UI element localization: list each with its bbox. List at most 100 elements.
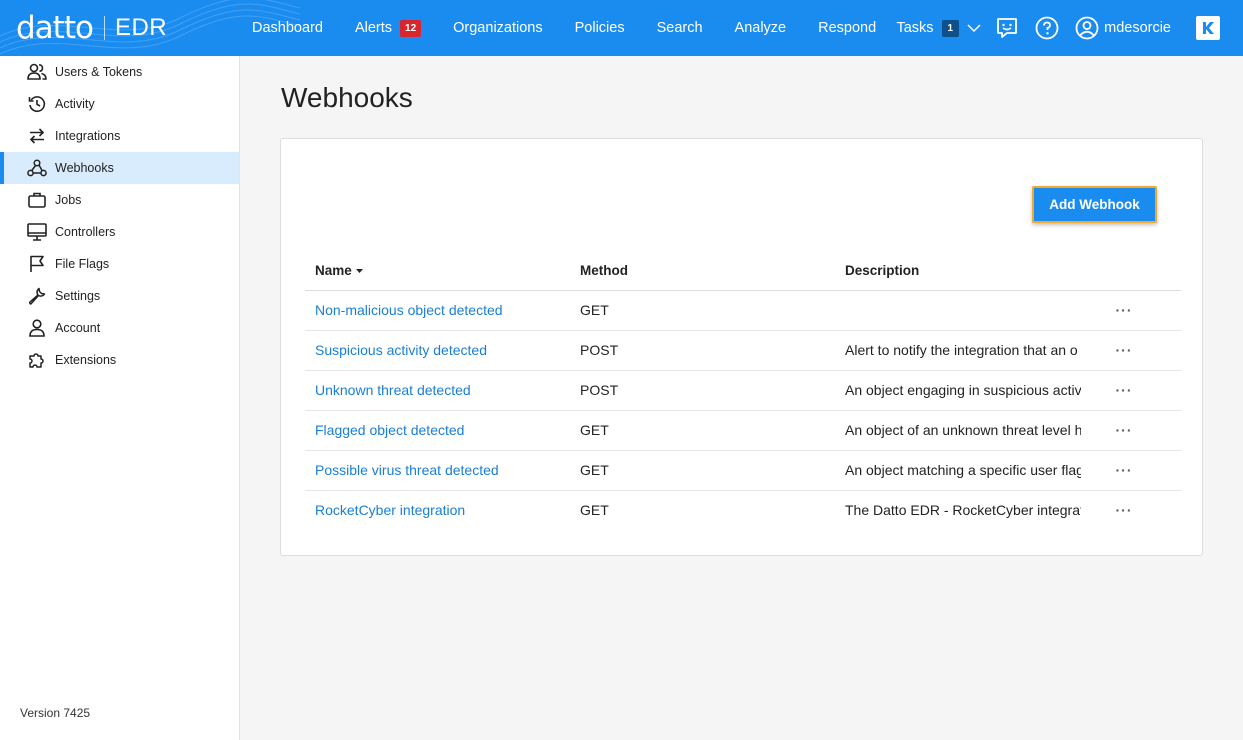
- webhook-description: Alert to notify the integration that an …: [845, 342, 1078, 358]
- row-more-icon[interactable]: ···: [1113, 331, 1135, 370]
- sidebar-item-label: Controllers: [55, 225, 116, 239]
- user-menu[interactable]: mdesorcie: [1075, 16, 1171, 40]
- table-row: Unknown threat detected POST An object e…: [305, 371, 1181, 411]
- webhook-description: [845, 291, 1081, 330]
- product-name: EDR: [114, 14, 168, 41]
- sidebar-item-label: Webhooks: [55, 161, 114, 175]
- username: mdesorcie: [1104, 20, 1171, 36]
- puzzle-icon: [27, 350, 47, 370]
- webhook-method: GET: [580, 302, 609, 318]
- sidebar-item-file-flags[interactable]: File Flags: [0, 248, 239, 280]
- webhook-name-link[interactable]: Possible virus threat detected: [315, 451, 499, 490]
- webhook-name-link[interactable]: RocketCyber integration: [315, 491, 465, 530]
- nav-alerts-label: Alerts: [354, 20, 393, 36]
- webhook-description: An object of an unknown threat level h: [845, 422, 1081, 438]
- webhook-method: GET: [580, 422, 609, 438]
- users-icon: [27, 62, 47, 82]
- top-navigation-bar: datto EDR Dashboard Alerts 12 Organizatio…: [0, 0, 1243, 56]
- user-icon: [27, 318, 47, 338]
- sidebar-item-label: Jobs: [55, 193, 82, 207]
- user-avatar-icon: [1075, 16, 1099, 40]
- nav-dashboard-label: Dashboard: [252, 20, 323, 36]
- nav-analyze[interactable]: Analyze: [719, 0, 803, 56]
- table-row: RocketCyber integration GET The Datto ED…: [305, 491, 1181, 531]
- column-header-name[interactable]: Name: [315, 263, 363, 278]
- table-row: Flagged object detected GET An object of…: [305, 411, 1181, 451]
- main-nav: Dashboard Alerts 12 Organizations Policie…: [236, 0, 892, 56]
- nav-analyze-label: Analyze: [734, 20, 787, 36]
- tasks-count-badge: 1: [941, 19, 960, 37]
- webhook-method: POST: [580, 342, 619, 358]
- tasks-menu[interactable]: Tasks 1: [896, 19, 981, 37]
- webhook-icon: [27, 158, 47, 178]
- row-more-icon[interactable]: ···: [1113, 491, 1135, 530]
- nav-policies-label: Policies: [574, 20, 625, 36]
- webhook-method: GET: [580, 462, 609, 478]
- column-header-description[interactable]: Description: [845, 263, 919, 278]
- webhook-description: An object matching a specific user flag: [845, 462, 1081, 478]
- nav-respond-label: Respond: [818, 20, 877, 36]
- sort-caret-icon: [355, 268, 363, 273]
- history-icon: [27, 94, 47, 114]
- tasks-label: Tasks: [896, 20, 934, 36]
- help-icon[interactable]: [1035, 16, 1059, 40]
- swap-arrows-icon: [27, 126, 47, 146]
- webhook-name-link[interactable]: Flagged object detected: [315, 411, 464, 450]
- nav-dashboard[interactable]: Dashboard: [236, 0, 339, 56]
- feedback-icon[interactable]: [995, 16, 1019, 40]
- add-webhook-button[interactable]: Add Webhook: [1032, 186, 1157, 223]
- webhooks-card: Add Webhook Name Method Description Non-…: [280, 138, 1203, 556]
- sidebar-item-account[interactable]: Account: [0, 312, 239, 344]
- sidebar-item-jobs[interactable]: Jobs: [0, 184, 239, 216]
- sidebar-item-webhooks[interactable]: Webhooks: [0, 152, 239, 184]
- webhook-method: POST: [580, 382, 619, 398]
- nav-organizations-label: Organizations: [453, 20, 543, 36]
- sidebar-item-settings[interactable]: Settings: [0, 280, 239, 312]
- chevron-down-icon: [967, 23, 981, 33]
- kaseya-apps-icon[interactable]: [1196, 16, 1220, 40]
- nav-search[interactable]: Search: [641, 0, 719, 56]
- brand-logo[interactable]: datto EDR: [16, 8, 167, 48]
- sidebar-item-activity[interactable]: Activity: [0, 88, 239, 120]
- version-label: Version 7425: [20, 706, 91, 720]
- sidebar-item-label: Integrations: [55, 129, 121, 143]
- header-tools: Tasks 1 mdesorcie: [896, 0, 1243, 56]
- monitor-icon: [27, 222, 47, 242]
- webhook-name-link[interactable]: Suspicious activity detected: [315, 331, 487, 370]
- nav-search-label: Search: [656, 20, 703, 36]
- webhook-name-link[interactable]: Unknown threat detected: [315, 371, 471, 410]
- sidebar-item-label: Account: [55, 321, 101, 335]
- sidebar: Users & Tokens Activity Integrations Web…: [0, 56, 240, 740]
- row-more-icon[interactable]: ···: [1113, 411, 1135, 450]
- row-more-icon[interactable]: ···: [1113, 451, 1135, 490]
- nav-respond[interactable]: Respond: [802, 0, 892, 56]
- sidebar-item-controllers[interactable]: Controllers: [0, 216, 239, 248]
- flag-icon: [27, 254, 47, 274]
- datto-logo: datto: [16, 10, 94, 46]
- brand-divider: [103, 16, 105, 40]
- table-row: Suspicious activity detected POST Alert …: [305, 331, 1181, 371]
- webhook-description: An object engaging in suspicious activ: [845, 382, 1081, 398]
- briefcase-icon: [27, 190, 47, 210]
- table-row: Possible virus threat detected GET An ob…: [305, 451, 1181, 491]
- page-title: Webhooks: [281, 82, 413, 113]
- webhook-description: The Datto EDR - RocketCyber integrati: [845, 502, 1081, 518]
- sidebar-item-extensions[interactable]: Extensions: [0, 344, 239, 376]
- wrench-icon: [27, 286, 47, 306]
- sidebar-item-label: Users & Tokens: [55, 65, 143, 79]
- nav-organizations[interactable]: Organizations: [437, 0, 558, 56]
- nav-policies[interactable]: Policies: [559, 0, 641, 56]
- sidebar-item-label: Extensions: [55, 353, 117, 367]
- nav-alerts[interactable]: Alerts 12: [339, 0, 437, 56]
- sidebar-item-integrations[interactable]: Integrations: [0, 120, 239, 152]
- alerts-count-badge: 12: [400, 19, 422, 37]
- row-more-icon[interactable]: ···: [1113, 291, 1135, 330]
- table-row: Non-malicious object detected GET ···: [305, 291, 1181, 331]
- sidebar-item-users-tokens[interactable]: Users & Tokens: [0, 56, 239, 88]
- webhook-name-link[interactable]: Non-malicious object detected: [315, 291, 503, 330]
- column-header-name-label: Name: [315, 263, 352, 278]
- sidebar-item-label: Activity: [55, 97, 95, 111]
- sidebar-item-label: Settings: [55, 289, 101, 303]
- column-header-method[interactable]: Method: [580, 263, 628, 278]
- row-more-icon[interactable]: ···: [1113, 371, 1135, 410]
